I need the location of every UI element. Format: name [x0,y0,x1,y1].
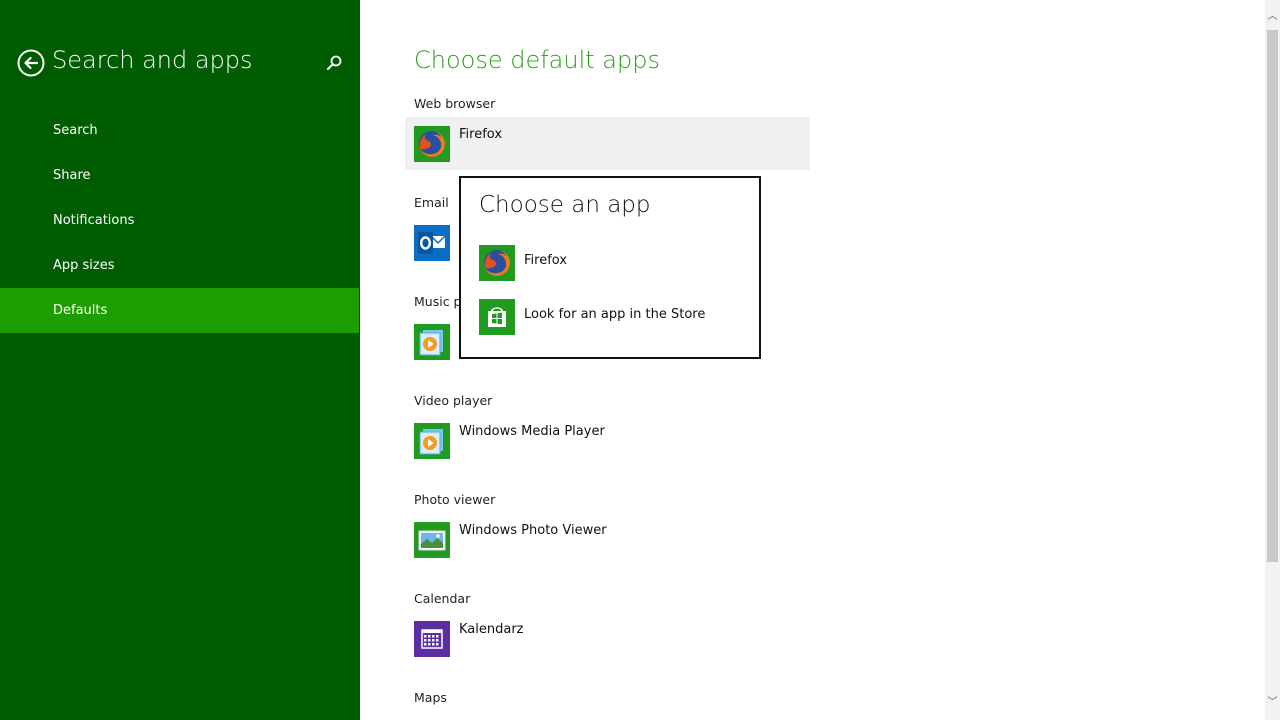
search-icon [327,55,342,70]
video-player-app-button[interactable]: Windows Media Player [405,414,810,467]
outlook-icon [414,225,450,261]
flyout-item-firefox[interactable]: Firefox [479,245,749,283]
calendar-icon [414,621,450,657]
sidebar-item-label: Notifications [53,213,135,228]
page-title: Choose default apps [414,46,660,74]
sidebar-title: Search and apps [52,46,253,74]
sidebar-item-label: Search [53,123,98,138]
flyout-item-label: Look for an app in the Store [524,307,706,322]
firefox-icon [414,126,450,162]
calendar-app-name: Kalendarz [459,622,524,637]
sidebar-item-app-sizes[interactable]: App sizes [0,243,359,288]
scroll-up-button[interactable]: ︿ [1265,8,1280,26]
media-player-icon [414,423,450,459]
sidebar-item-label: Share [53,168,91,183]
photo-viewer-icon [414,522,450,558]
section-label-photo-viewer: Photo viewer [414,492,496,507]
section-label-email: Email [414,195,449,210]
section-label-maps: Maps [414,690,447,705]
section-label-calendar: Calendar [414,591,471,606]
photo-viewer-app-name: Windows Photo Viewer [459,523,607,538]
firefox-icon [479,245,515,281]
vertical-scrollbar[interactable]: ︿ ﹀ [1265,0,1280,720]
flyout-title: Choose an app [479,192,651,218]
store-icon [479,299,515,335]
choose-app-flyout: Choose an app Firefox Look for an app in… [459,176,761,359]
sidebar-item-label: App sizes [53,258,115,273]
video-player-app-name: Windows Media Player [459,424,605,439]
chevron-up-icon: ︿ [1267,11,1278,22]
web-browser-app-button[interactable]: Firefox [405,117,810,170]
scroll-thumb[interactable] [1267,30,1278,562]
chevron-down-icon: ﹀ [1267,697,1278,708]
sidebar-item-share[interactable]: Share [0,153,359,198]
sidebar-item-notifications[interactable]: Notifications [0,198,359,243]
sidebar-nav: Search Share Notifications App sizes Def… [0,108,359,333]
sidebar-item-defaults[interactable]: Defaults [0,288,359,333]
media-player-icon [414,324,450,360]
search-button[interactable] [324,53,344,73]
calendar-app-button[interactable]: Kalendarz [405,612,810,665]
flyout-item-label: Firefox [524,253,568,268]
sidebar-item-label: Defaults [53,303,108,318]
back-arrow-icon [17,49,45,77]
main-content: Choose default apps Web browser Firefox … [360,0,1265,720]
section-label-web-browser: Web browser [414,96,496,111]
sidebar-item-search[interactable]: Search [0,108,359,153]
back-button[interactable] [17,49,45,77]
photo-viewer-app-button[interactable]: Windows Photo Viewer [405,513,810,566]
section-label-music-player: Music p [414,294,462,309]
flyout-item-store[interactable]: Look for an app in the Store [479,299,749,337]
scroll-down-button[interactable]: ﹀ [1265,694,1280,712]
sidebar: Search and apps Search Share Notificatio… [0,0,360,720]
web-browser-app-name: Firefox [459,127,503,142]
section-label-video-player: Video player [414,393,493,408]
